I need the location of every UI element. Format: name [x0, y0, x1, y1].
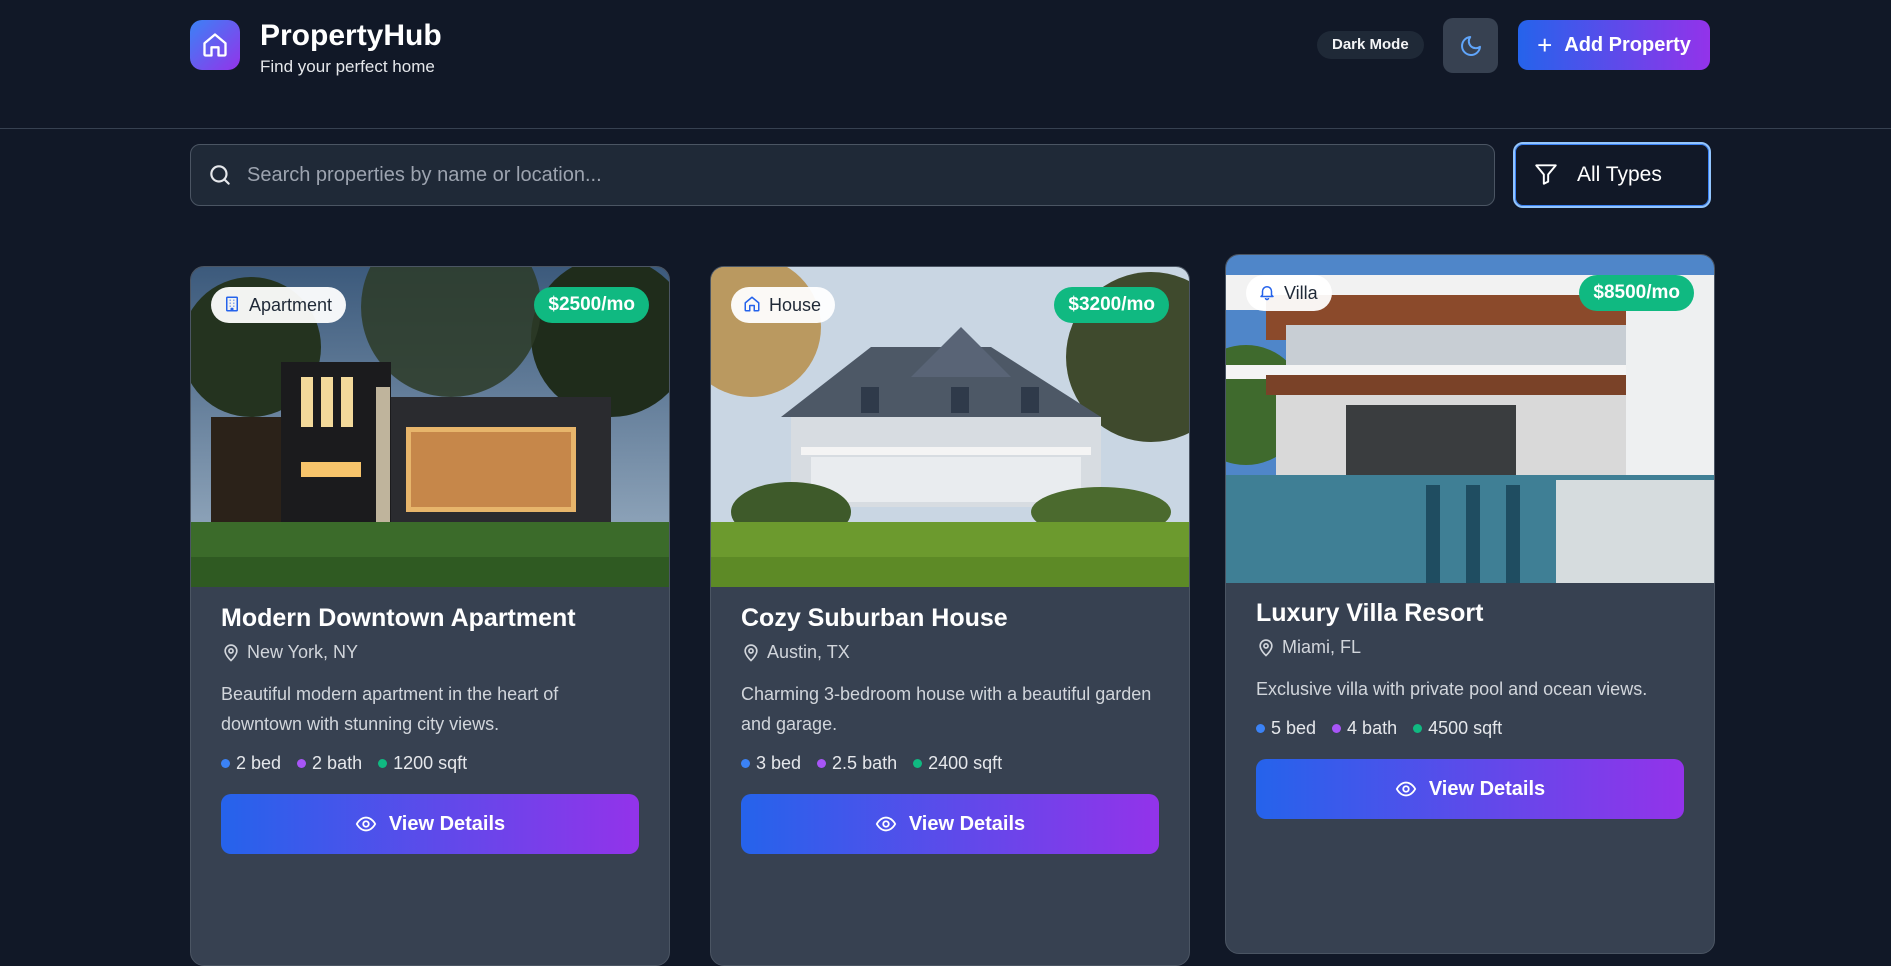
map-pin-icon: [741, 643, 761, 663]
view-details-label: View Details: [908, 812, 1026, 835]
filter-selected-value: All Types: [1577, 163, 1662, 186]
map-pin-icon: [221, 643, 241, 663]
brand-subtitle: Find your perfect home: [260, 57, 435, 76]
property-description: Charming 3-bedroom house with a beautifu…: [741, 684, 1152, 734]
search-icon: [207, 162, 233, 188]
map-pin-icon: [1256, 638, 1276, 658]
bell-icon: [1258, 283, 1278, 303]
building-icon: [223, 295, 243, 315]
view-details-label: View Details: [388, 812, 506, 835]
property-card[interactable]: House $3200/mo Cozy Suburban House Austi…: [710, 266, 1190, 966]
property-stats: 3 bed 2.5 bath 2400 sqft: [741, 753, 1159, 774]
price-badge: $2500/mo: [534, 287, 649, 323]
add-property-label: Add Property: [1564, 33, 1691, 56]
price-badge: $3200/mo: [1054, 287, 1169, 323]
type-filter-select[interactable]: All Types: [1513, 142, 1711, 208]
area-stat: 4500 sqft: [1413, 718, 1502, 739]
price-badge: $8500/mo: [1579, 275, 1694, 311]
beds-stat: 5 bed: [1256, 718, 1316, 739]
baths-stat: 4 bath: [1332, 718, 1397, 739]
moon-icon: [1459, 34, 1483, 58]
property-location: Austin, TX: [741, 642, 1159, 663]
plus-icon: +: [1537, 30, 1553, 60]
theme-toggle-button[interactable]: [1443, 18, 1498, 73]
location-text: Miami, FL: [1282, 637, 1362, 657]
view-details-button[interactable]: View Details: [741, 794, 1159, 854]
property-type-badge: House: [731, 287, 836, 323]
dark-mode-label: Dark Mode: [1317, 31, 1424, 59]
location-text: New York, NY: [247, 642, 359, 662]
view-details-button[interactable]: View Details: [221, 794, 639, 854]
property-card[interactable]: Apartment $2500/mo Modern Downtown Apart…: [190, 266, 670, 966]
app-header: PropertyHub Find your perfect home Dark …: [0, 0, 1891, 129]
eye-icon: [355, 813, 377, 835]
area-stat: 1200 sqft: [378, 753, 467, 774]
property-type-label: Apartment: [249, 294, 333, 315]
filter-icon: [1533, 161, 1561, 189]
property-location: Miami, FL: [1256, 637, 1684, 658]
property-type-label: Villa: [1284, 282, 1318, 303]
property-title: Cozy Suburban House: [741, 604, 1008, 632]
property-type-label: House: [769, 294, 822, 315]
property-type-badge: Villa: [1246, 275, 1332, 311]
search-bar: [190, 144, 1495, 206]
property-description: Exclusive villa with private pool and oc…: [1256, 679, 1648, 699]
baths-stat: 2.5 bath: [817, 753, 897, 774]
brand-title: PropertyHub: [260, 19, 442, 52]
eye-icon: [1395, 778, 1417, 800]
home-icon: [743, 295, 763, 315]
view-details-button[interactable]: View Details: [1256, 759, 1684, 819]
beds-stat: 2 bed: [221, 753, 281, 774]
property-type-badge: Apartment: [211, 287, 347, 323]
property-description: Beautiful modern apartment in the heart …: [221, 684, 559, 734]
property-title: Modern Downtown Apartment: [221, 604, 576, 632]
eye-icon: [875, 813, 897, 835]
location-text: Austin, TX: [767, 642, 850, 662]
beds-stat: 3 bed: [741, 753, 801, 774]
brand[interactable]: PropertyHub Find your perfect home: [190, 19, 442, 78]
property-location: New York, NY: [221, 642, 639, 663]
view-details-label: View Details: [1428, 777, 1546, 800]
area-stat: 2400 sqft: [913, 753, 1002, 774]
property-stats: 2 bed 2 bath 1200 sqft: [221, 753, 639, 774]
home-icon: [190, 20, 240, 70]
property-card[interactable]: Villa $8500/mo Luxury Villa Resort Miami…: [1225, 254, 1715, 954]
add-property-button[interactable]: + Add Property: [1518, 20, 1710, 70]
property-stats: 5 bed 4 bath 4500 sqft: [1256, 718, 1684, 739]
property-title: Luxury Villa Resort: [1256, 599, 1484, 627]
baths-stat: 2 bath: [297, 753, 362, 774]
search-input[interactable]: [233, 145, 1494, 205]
